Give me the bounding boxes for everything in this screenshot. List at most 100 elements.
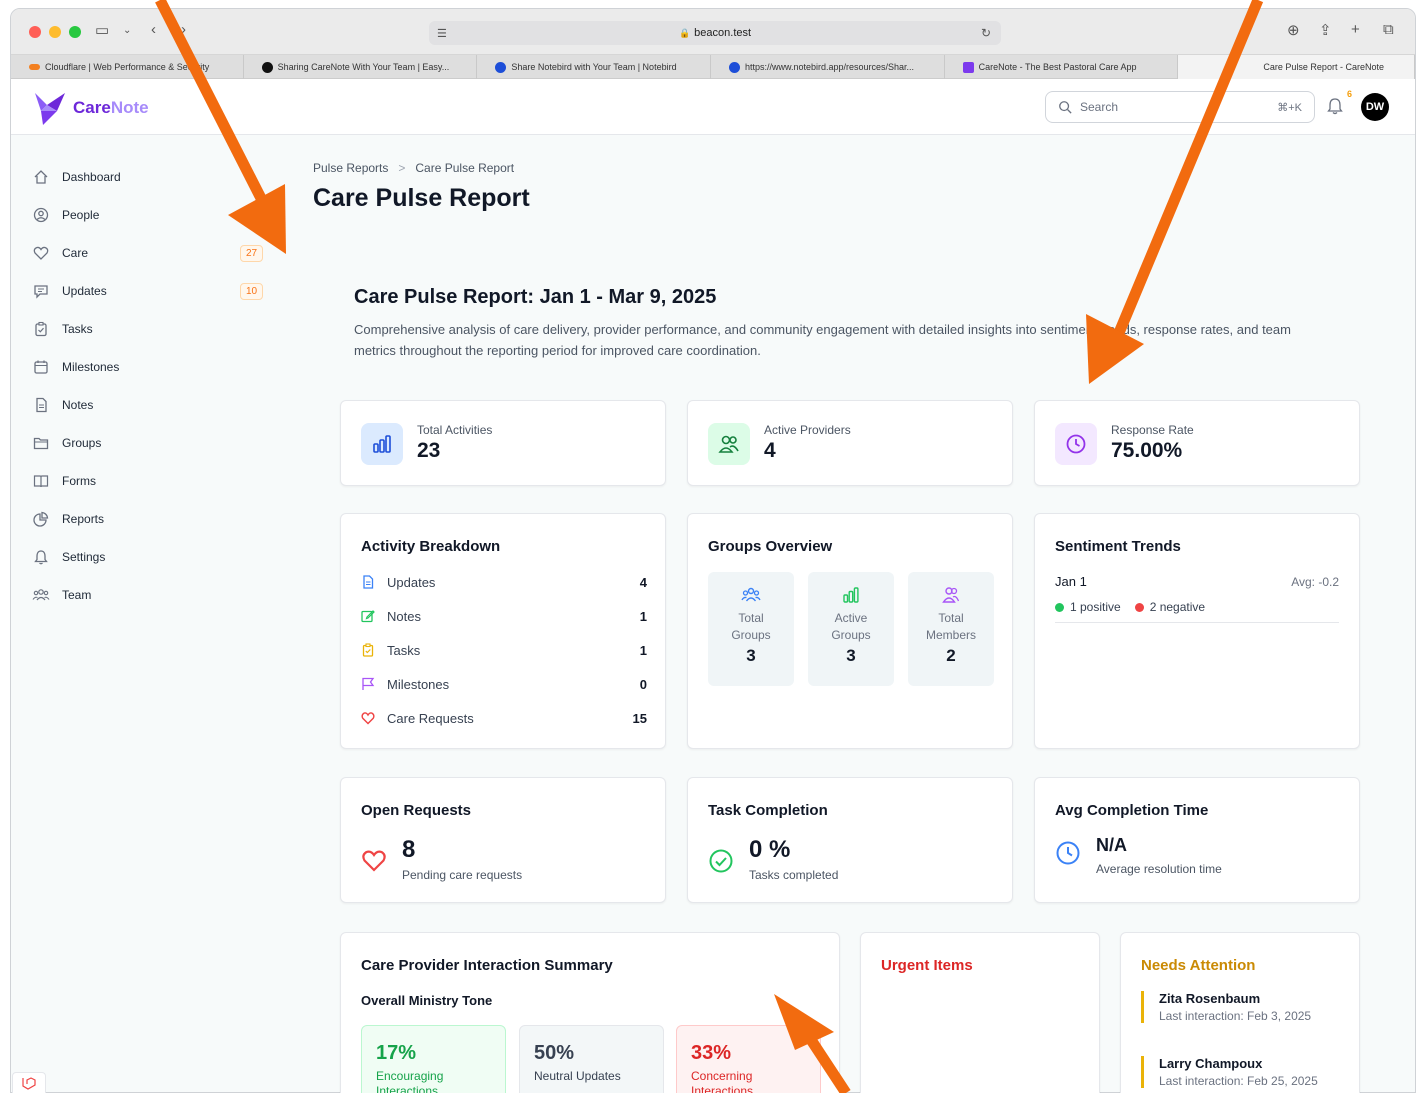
notebird-icon [728,61,740,73]
sidebar-item-groups[interactable]: Groups [10,424,280,462]
urgent-items-card: Urgent Items [860,932,1100,1093]
row-value: 1 [639,642,647,658]
tile-value: 3 [846,646,856,665]
reload-icon[interactable]: ↻ [981,26,991,40]
breadcrumb-current: Care Pulse Report [415,161,515,175]
row-value: 0 [639,676,647,692]
search-input[interactable]: Search ⌘+K [1045,91,1315,123]
report-title: Care Pulse Report: Jan 1 - Mar 9, 2025 [354,286,717,308]
sentiment-average: Avg: -0.2 [1291,575,1339,589]
clock-icon [1056,841,1080,865]
person-name[interactable]: Larry Champoux [1159,1056,1318,1071]
card-title: Activity Breakdown [361,538,501,555]
tile-label: Active [834,611,868,625]
sidebar-item-people[interactable]: People [10,196,280,234]
list-item: Updates 4 [361,572,647,592]
tone-percent: 50% [534,1042,575,1064]
divider [1055,622,1339,623]
breadcrumb-link[interactable]: Pulse Reports [313,161,388,175]
book-icon [32,472,50,490]
tab-label: Sharing CareNote With Your Team | Easy..… [277,62,450,72]
stat-label: Response Rate [1111,423,1194,437]
sidebar-item-milestones[interactable]: Milestones [10,348,280,386]
minimize-window-button[interactable] [49,26,61,38]
list-item[interactable]: Zita Rosenbaum Last interaction: Feb 3, … [1141,991,1311,1023]
breadcrumb-separator: > [398,161,406,175]
list-item[interactable]: Larry Champoux Last interaction: Feb 25,… [1141,1056,1318,1088]
sidebar-item-care[interactable]: Care 27 [10,234,280,272]
forward-icon[interactable]: › [181,21,186,38]
groups-overview-card: Groups Overview Total Groups 3 Active Grou… [687,513,1013,749]
flag-icon [361,677,377,691]
group-stat-tile: Total Groups 3 [708,572,794,686]
task-completion-value: 0 % [749,836,791,863]
tab-overview-icon[interactable]: ⧉ [1383,21,1394,38]
close-window-button[interactable] [29,26,41,38]
new-tab-icon[interactable]: + [1351,21,1360,38]
card-title: Care Provider Interaction Summary [361,957,613,974]
sidebar-item-updates[interactable]: Updates 10 [10,272,280,310]
bell-icon [32,548,50,566]
browser-tab[interactable]: Cloudflare | Web Performance & Security [11,55,244,79]
laravel-debug-icon[interactable] [12,1072,46,1093]
stat-value: 75.00% [1111,439,1183,462]
share-icon[interactable]: ⇪ [1319,21,1332,39]
breadcrumb: Pulse Reports > Care Pulse Report [313,161,514,175]
sidebar-item-notes[interactable]: Notes [10,386,280,424]
sidebar-item-reports[interactable]: Reports [10,500,280,538]
interaction-summary-card: Care Provider Interaction Summary Overal… [340,932,840,1093]
stat-label: Active Providers [764,423,851,437]
card-title: Needs Attention [1141,957,1256,974]
card-title: Task Completion [708,802,828,819]
card-title: Urgent Items [881,957,973,974]
sidebar-item-team[interactable]: Team [10,576,280,614]
bar-chart-icon [361,423,403,465]
clipboard-icon [361,643,377,657]
stat-value: 4 [764,439,776,462]
stat-label: Total Activities [417,423,493,437]
page-title: Care Pulse Report [313,184,530,212]
browser-tab[interactable]: Sharing CareNote With Your Team | Easy..… [244,55,478,79]
open-requests-caption: Pending care requests [402,868,523,882]
address-bar[interactable]: ☰ 🔒 beacon.test ↻ [429,21,1001,45]
zoom-window-button[interactable] [69,26,81,38]
notification-bell-icon[interactable] [1327,97,1343,115]
page-settings-icon[interactable]: ☰ [437,27,447,40]
tone-percent: 17% [376,1042,417,1064]
sidebar-item-label: Reports [62,512,105,526]
person-last-interaction: Last interaction: Feb 25, 2025 [1159,1074,1318,1088]
tile-label: Total [738,611,764,625]
back-icon[interactable]: ‹ [151,21,156,38]
sidebar-item-dashboard[interactable]: Dashboard [10,158,280,196]
person-name[interactable]: Zita Rosenbaum [1159,991,1311,1006]
home-icon [32,168,50,186]
open-requests-value: 8 [402,836,416,863]
browser-tab[interactable]: https://www.notebird.app/resources/Shar.… [711,55,945,79]
card-title: Open Requests [361,802,472,819]
users-icon [708,423,750,465]
users-icon [32,586,50,604]
browser-tab[interactable]: CareNote - The Best Pastoral Care App [945,55,1179,79]
search-placeholder: Search [1080,100,1119,114]
browser-tab-active[interactable]: Care Pulse Report - CareNote [1178,55,1415,79]
sidebar-toggle-icon[interactable]: ▭ [95,21,109,39]
heart-icon [361,711,377,725]
tab-label: Cloudflare | Web Performance & Security [45,62,210,72]
avatar[interactable]: DW [1361,93,1389,121]
browser-tab[interactable]: Share Notebird with Your Team | Notebird [477,55,711,79]
download-icon[interactable]: ⊕ [1287,21,1300,39]
sidebar-item-settings[interactable]: Settings [10,538,280,576]
logo[interactable]: CareNote [33,89,149,127]
notification-count: 6 [1347,89,1353,99]
card-title: Sentiment Trends [1055,538,1181,555]
chevron-down-icon[interactable]: ⌄ [123,25,131,36]
tile-value: 3 [746,646,756,665]
row-value: 4 [639,574,647,590]
sidebar-item-forms[interactable]: Forms [10,462,280,500]
sidebar-item-label: Groups [62,436,102,450]
sidebar-item-tasks[interactable]: Tasks [10,310,280,348]
document-icon [32,396,50,414]
sidebar-item-label: Updates [62,284,107,298]
tab-label: CareNote - The Best Pastoral Care App [978,62,1137,72]
logo-text: CareNote [73,98,149,117]
